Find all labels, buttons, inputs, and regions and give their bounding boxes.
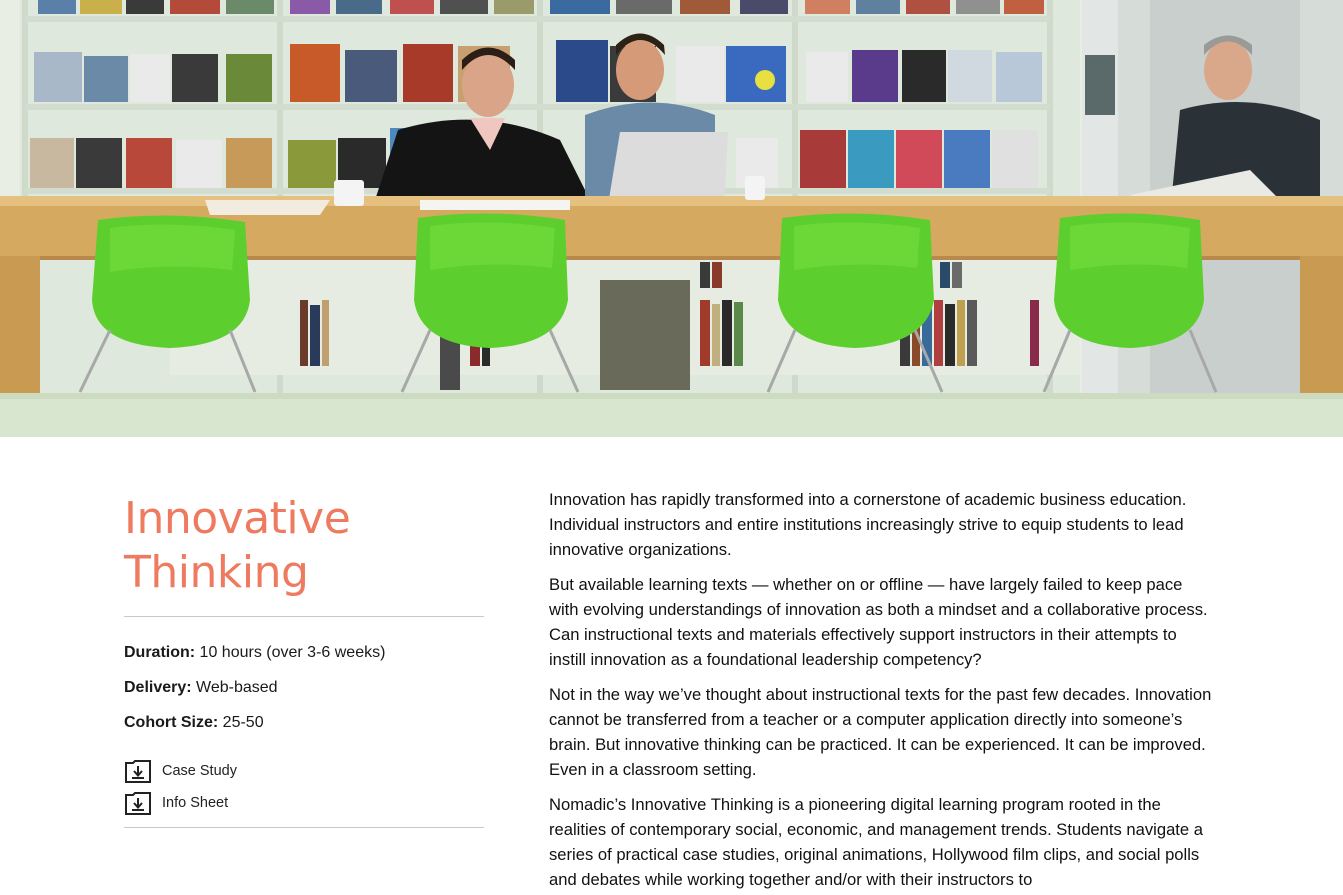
program-description: Innovation has rapidly transformed into …: [549, 487, 1214, 895]
detail-value: 10 hours (over 3-6 weeks): [195, 644, 386, 661]
download-tray-icon: [124, 758, 152, 784]
detail-value: 25-50: [218, 714, 264, 731]
detail-key: Duration:: [124, 644, 196, 661]
detail-cohort-size: Cohort Size: 25-50: [124, 713, 484, 733]
divider: [124, 827, 484, 828]
body-paragraph: Nomadic’s Innovative Thinking is a pione…: [549, 795, 1203, 889]
body-paragraph: But available learning texts — whether o…: [549, 575, 1208, 669]
title-line-1: Innovative: [124, 493, 351, 544]
detail-key: Cohort Size:: [124, 714, 219, 731]
download-links: Case Study Info Sheet: [124, 757, 484, 817]
detail-duration: Duration: 10 hours (over 3-6 weeks): [124, 643, 484, 663]
body-paragraph: Not in the way we’ve thought about instr…: [549, 685, 1212, 779]
download-info-sheet-link[interactable]: Info Sheet: [124, 789, 484, 817]
detail-key: Delivery:: [124, 679, 192, 696]
title-line-2: Thinking: [124, 547, 309, 598]
page-title: Innovative Thinking: [124, 492, 484, 600]
download-tray-icon: [124, 790, 152, 816]
detail-delivery: Delivery: Web-based: [124, 678, 484, 698]
download-label: Case Study: [162, 763, 237, 779]
program-summary: Innovative Thinking Duration: 10 hours (…: [124, 492, 484, 828]
program-details: Duration: 10 hours (over 3-6 weeks) Deli…: [124, 643, 484, 733]
download-case-study-link[interactable]: Case Study: [124, 757, 484, 785]
hero-image: [0, 0, 1343, 437]
detail-value: Web-based: [191, 679, 278, 696]
download-label: Info Sheet: [162, 795, 229, 811]
hero-illustration: [0, 0, 1343, 437]
body-paragraph: Innovation has rapidly transformed into …: [549, 490, 1187, 559]
divider: [124, 616, 484, 617]
